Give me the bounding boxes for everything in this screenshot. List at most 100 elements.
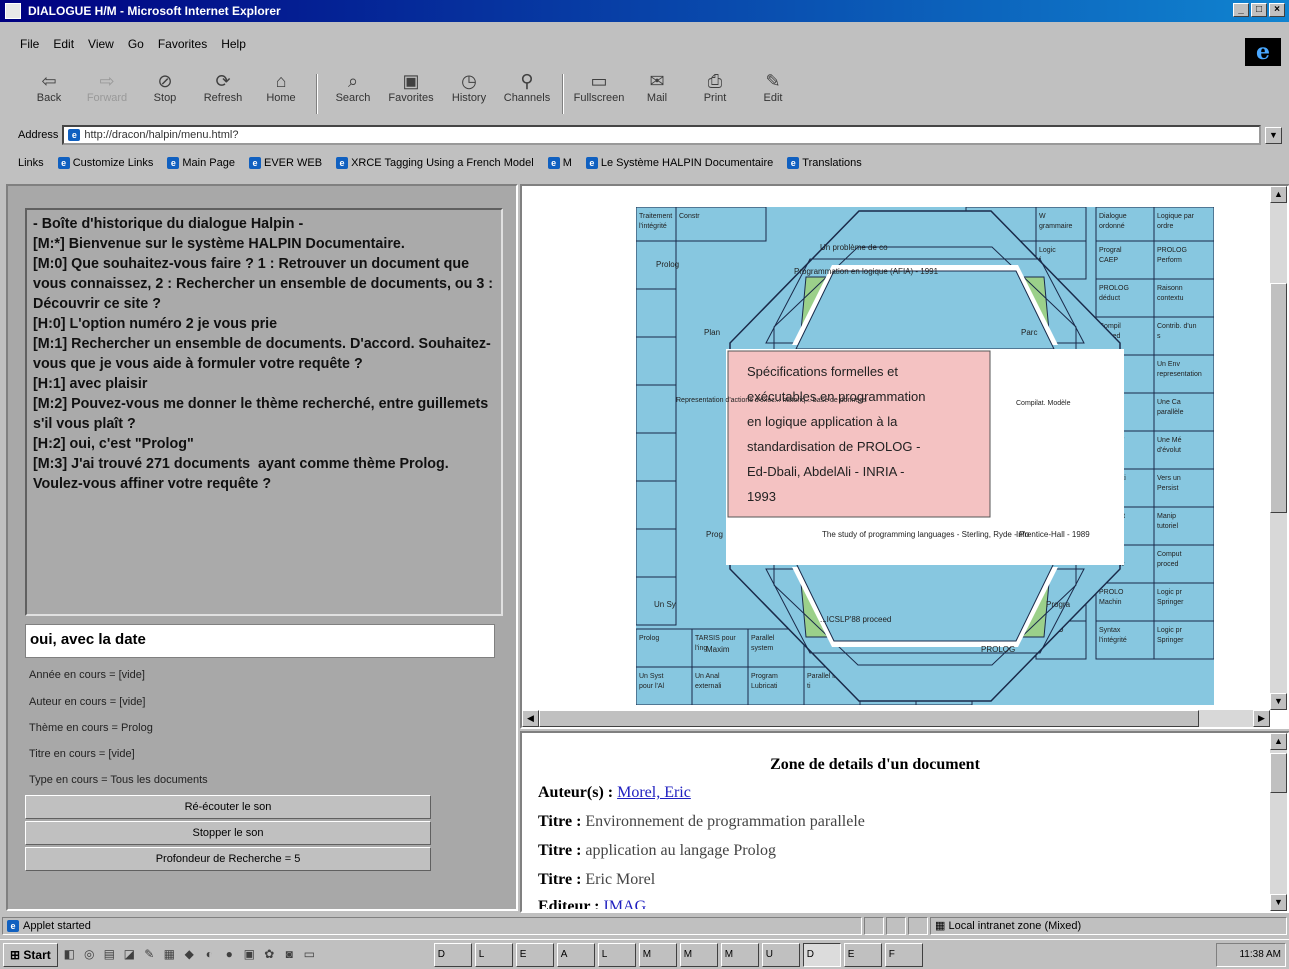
quicklaunch-icon[interactable]: ✎ (141, 946, 158, 963)
map-doc-cell-label[interactable]: Logic pr (1157, 589, 1183, 596)
map-vertical-scrollbar[interactable]: ▲ ▼ (1270, 186, 1287, 710)
quicklaunch-icon[interactable]: ▤ (101, 946, 118, 963)
stop-button[interactable]: ⊘ Stop (136, 70, 194, 118)
map-doc-cell-label[interactable]: Un Anal (695, 673, 720, 680)
editor-link[interactable]: IMAG (603, 898, 646, 909)
taskbar-item[interactable]: L (597, 942, 636, 967)
map-doc-cell-label[interactable]: representation (1157, 371, 1202, 378)
quicklaunch-icon[interactable]: ◐ (201, 946, 218, 963)
taskbar-item[interactable]: M (638, 942, 677, 967)
map-doc-cell-label[interactable]: Springer (1157, 599, 1184, 606)
map-doc-cell-label[interactable]: Prolog (639, 635, 659, 642)
map-node-label[interactable]: Representation d'actions d'exec... histo… (676, 397, 867, 404)
scroll-down-button[interactable]: ▼ (1270, 693, 1287, 710)
scroll-up-button[interactable]: ▲ (1270, 186, 1287, 203)
map-doc-cell[interactable] (636, 384, 677, 434)
taskbar-item[interactable]: F (884, 942, 923, 967)
map-node-label[interactable]: Prog (706, 530, 723, 539)
map-node-label[interactable]: Progra (1046, 600, 1071, 609)
quicklaunch-icon[interactable]: ◪ (121, 946, 138, 963)
link-customize-links[interactable]: e Customize Links (57, 157, 153, 169)
quicklaunch-icon[interactable]: ◙ (281, 946, 298, 963)
map-doc-cell[interactable] (636, 288, 677, 338)
map-doc-cell-label[interactable]: Logique par (1157, 213, 1195, 220)
link-ever-web[interactable]: e EVER WEB (248, 157, 322, 169)
link-halpin-documentaire[interactable]: e Le Système HALPIN Documentaire (585, 157, 773, 169)
map-doc-cell-label[interactable]: Traitement (639, 213, 672, 220)
map-doc-cell[interactable] (636, 528, 677, 578)
map-doc-cell-label[interactable]: parallèle (1157, 409, 1184, 416)
map-doc-cell-label[interactable]: Raisonn (1157, 285, 1183, 292)
map-doc-cell-label[interactable]: Program (751, 673, 778, 680)
map-doc-cell-label[interactable]: contextu (1157, 295, 1184, 302)
map-doc-cell-label[interactable]: ordre (1157, 223, 1173, 230)
map-doc-cell-label[interactable]: PROLO (1099, 589, 1124, 596)
close-button[interactable]: × (1269, 3, 1285, 17)
dialogue-input[interactable]: oui, avec la date (25, 624, 495, 658)
map-doc-cell[interactable] (636, 480, 677, 530)
map-doc-cell-label[interactable]: CAEP (1099, 257, 1118, 264)
forward-button[interactable]: ⇨ Forward (78, 70, 136, 118)
h-scroll-thumb[interactable] (539, 710, 1199, 727)
search-button[interactable]: ⌕ Search (324, 70, 382, 118)
stop-sound-button[interactable]: Stopper le son (25, 821, 431, 845)
mail-button[interactable]: ✉ Mail (628, 70, 686, 118)
map-doc-cell-label[interactable]: Parallel (751, 635, 775, 642)
map-doc-cell-label[interactable]: Syntax (1099, 627, 1121, 634)
map-node-label[interactable]: Programmation en logique (AFIA) - 1991 (794, 267, 939, 276)
menu-go[interactable]: Go (128, 34, 144, 54)
link-m[interactable]: eM (547, 157, 572, 169)
quicklaunch-icon[interactable]: ◆ (181, 946, 198, 963)
map-doc-cell-label[interactable]: proced (1157, 561, 1179, 568)
address-input[interactable]: e http://dracon/halpin/menu.html? (62, 125, 1261, 145)
taskbar-item[interactable]: E (843, 942, 882, 967)
scroll-thumb[interactable] (1270, 753, 1287, 793)
map-doc-cell-label[interactable]: Persist (1157, 485, 1178, 492)
start-button[interactable]: ⊞ Start (3, 942, 58, 967)
home-button[interactable]: ⌂ Home (252, 70, 310, 118)
map-doc-cell-label[interactable]: TARSIS pour (695, 635, 736, 642)
map-doc-cell-label[interactable]: Perform (1157, 257, 1182, 264)
quicklaunch-icon[interactable]: ✿ (261, 946, 278, 963)
quicklaunch-icon[interactable]: ◎ (81, 946, 98, 963)
map-node-label[interactable]: ...ICSLP'88 proceed (820, 615, 891, 624)
map-node-label[interactable]: Prolog (656, 260, 679, 269)
map-doc-cell-label[interactable]: Springer (1157, 637, 1184, 644)
map-doc-cell[interactable] (636, 336, 677, 386)
link-translations[interactable]: e Translations (787, 157, 862, 169)
map-node-label[interactable]: Parc (1021, 328, 1037, 337)
edit-button[interactable]: ✎ Edit (744, 70, 802, 118)
taskbar-item[interactable]: A (556, 942, 595, 967)
map-doc-cell-label[interactable]: l'intégrité (1099, 637, 1127, 644)
menu-favorites[interactable]: Favorites (158, 34, 207, 54)
map-doc-cell-label[interactable]: l'intégrité (639, 223, 667, 230)
fullscreen-button[interactable]: ▭ Fullscreen (570, 70, 628, 118)
map-node-label[interactable]: Un Sy (654, 600, 676, 609)
dialogue-history-box[interactable]: - Boîte d'historique du dialogue Halpin … (25, 208, 503, 616)
scroll-up-button[interactable]: ▲ (1270, 733, 1287, 750)
map-doc-cell-label[interactable]: Contrib. d'un (1157, 323, 1197, 330)
minimize-button[interactable]: _ (1233, 3, 1249, 17)
taskbar-item[interactable]: U (761, 942, 800, 967)
map-doc-cell-label[interactable]: Logic (1039, 247, 1056, 254)
map-doc-cell-label[interactable]: Machin (1099, 599, 1122, 606)
menu-help[interactable]: Help (221, 34, 246, 54)
quicklaunch-icon[interactable]: ▦ (161, 946, 178, 963)
map-doc-cell-label[interactable]: W (1039, 213, 1046, 220)
taskbar-item[interactable]: M (720, 942, 759, 967)
map-node-label[interactable]: The study of programming languages - Ste… (822, 530, 1090, 539)
scroll-down-button[interactable]: ▼ (1270, 894, 1287, 911)
map-doc-cell-label[interactable]: Une Ca (1157, 399, 1181, 406)
author-link[interactable]: Morel, Eric (617, 784, 691, 801)
map-doc-cell-label[interactable]: tutoriel (1157, 523, 1178, 530)
map-doc-cell-label[interactable]: s (1157, 333, 1161, 340)
print-button[interactable]: ⎙ Print (686, 70, 744, 118)
back-button[interactable]: ⇦ Back (20, 70, 78, 118)
menu-edit[interactable]: Edit (53, 34, 74, 54)
link-xrce-tagging[interactable]: e XRCE Tagging Using a French Model (336, 157, 534, 169)
search-depth-button[interactable]: Profondeur de Recherche = 5 (25, 847, 431, 871)
map-horizontal-scrollbar[interactable]: ◀ ▶ (522, 710, 1270, 727)
map-doc-cell-label[interactable]: Progral (1099, 247, 1122, 254)
replay-sound-button[interactable]: Ré-écouter le son (25, 795, 431, 819)
taskbar-item[interactable]: L (474, 942, 513, 967)
